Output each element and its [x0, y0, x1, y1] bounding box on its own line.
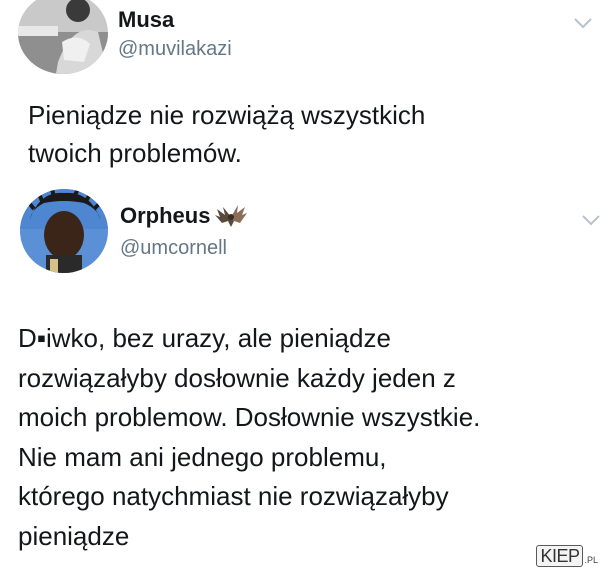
watermark-main: KIEP — [536, 545, 584, 567]
display-name[interactable]: Orpheus — [120, 203, 210, 229]
avatar[interactable] — [20, 189, 108, 273]
display-name[interactable]: Musa — [118, 7, 174, 33]
tweet-text-line: D▪iwko, bez urazy, ale pieniądze — [18, 323, 391, 353]
watermark-logo: KIEP .PL — [536, 545, 598, 567]
tweet-text-line: Nie mam ani jednego problemu, — [18, 441, 387, 472]
tweet-text-line: twoich problemów. — [28, 138, 242, 168]
handle[interactable]: @umcornell — [120, 237, 227, 260]
chevron-down-icon[interactable] — [580, 213, 602, 227]
tweet-text-line: pieniądze — [18, 520, 130, 551]
chevron-down-icon[interactable] — [572, 16, 594, 30]
tweet-musa: Musa @muvilakazi Pieniądze nie rozwiążą … — [0, 0, 610, 185]
avatar[interactable] — [18, 0, 108, 74]
tweet-text-line: którego natychmiast nie rozwiązałyby — [18, 481, 449, 511]
tweet-text: D▪iwko, bez urazy, ale pieniądze rozwiąz… — [18, 319, 480, 556]
watermark-suffix: .PL — [584, 555, 598, 565]
tweet-text-line: moich problemow. Dosłownie wszystkie. — [18, 402, 481, 432]
tweet-orpheus: Orpheus @umcornell D▪iwko, bez urazy, al… — [0, 185, 610, 575]
tweet-text: Pieniądze nie rozwiążą wszystkich twoich… — [28, 96, 425, 172]
tweet-text-line: rozwiązałyby dosłownie każdy jeden z — [18, 362, 456, 393]
handle[interactable]: @muvilakazi — [118, 38, 232, 61]
tweet-text-line: Pieniądze nie rozwiążą wszystkich — [28, 100, 426, 130]
bat-icon — [215, 205, 248, 227]
